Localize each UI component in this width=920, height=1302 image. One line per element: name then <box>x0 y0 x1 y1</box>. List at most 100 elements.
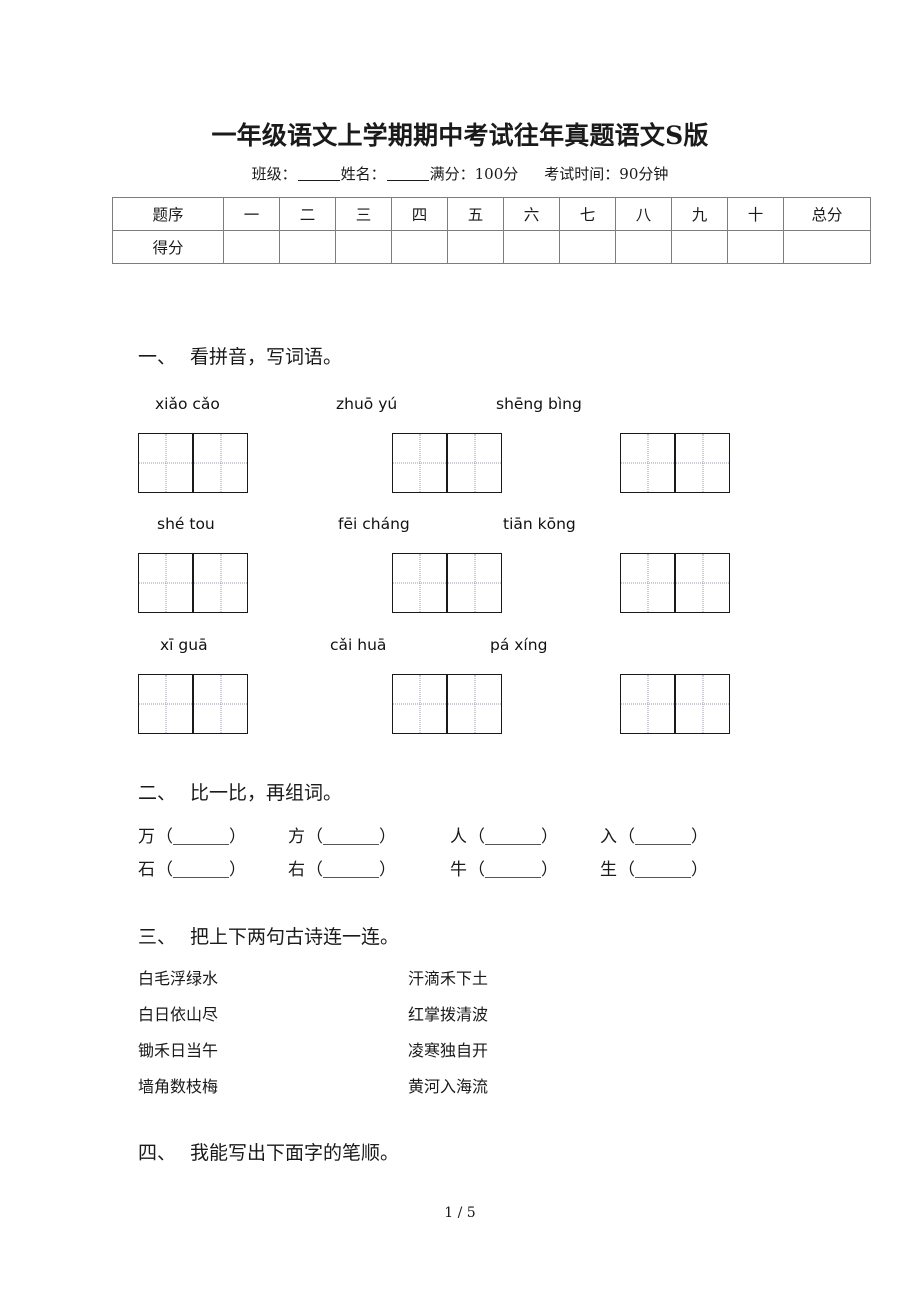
score-cell-total[interactable] <box>783 230 871 264</box>
score-cell-10[interactable] <box>727 230 784 264</box>
tianzige-cell[interactable] <box>392 674 447 734</box>
tianzige-cell[interactable] <box>675 674 730 734</box>
poem-left-line[interactable]: 白毛浮绿水 <box>138 965 218 989</box>
score-table: 题序 一 二 三 四 五 六 七 八 九 十 总分 得分 <box>112 197 871 264</box>
tianzige-cell[interactable] <box>675 433 730 493</box>
answer-blank[interactable] <box>485 877 541 878</box>
section-heading-1: 一、 看拼音，写词语。 <box>138 342 342 369</box>
tianzige-cell[interactable] <box>138 674 193 734</box>
compare-char: 方 <box>288 827 305 847</box>
score-cell-8[interactable] <box>615 230 672 264</box>
poem-left-line[interactable]: 锄禾日当午 <box>138 1037 218 1061</box>
answer-blank[interactable] <box>323 877 379 878</box>
tianzige-cell[interactable] <box>620 674 675 734</box>
col-header-5: 五 <box>447 197 504 231</box>
pinyin-3-3: pá xíng <box>490 636 548 654</box>
poem-right-line[interactable]: 汗滴禾下土 <box>408 965 488 989</box>
compare-char: 生 <box>600 860 617 880</box>
score-cell-2[interactable] <box>279 230 336 264</box>
answer-blank[interactable] <box>323 844 379 845</box>
col-header-total: 总分 <box>783 197 871 231</box>
tianzige-cell[interactable] <box>620 553 675 613</box>
score-cell-3[interactable] <box>335 230 392 264</box>
score-cell-9[interactable] <box>671 230 728 264</box>
exam-time-value: 90分钟 <box>619 165 669 183</box>
class-blank[interactable] <box>297 180 340 181</box>
tianzige-1-2[interactable] <box>392 433 502 493</box>
tianzige-2-1[interactable] <box>138 553 248 613</box>
section-number-4: 四、 <box>138 1142 177 1164</box>
score-cell-7[interactable] <box>559 230 616 264</box>
section-heading-3: 三、 把上下两句古诗连一连。 <box>138 922 399 949</box>
tianzige-2-2[interactable] <box>392 553 502 613</box>
answer-blank[interactable] <box>635 844 691 845</box>
score-cell-1[interactable] <box>223 230 280 264</box>
section-number-1: 一、 <box>138 346 177 368</box>
tianzige-2-3[interactable] <box>620 553 730 613</box>
poem-right-line[interactable]: 黄河入海流 <box>408 1073 488 1097</box>
tianzige-cell[interactable] <box>447 553 502 613</box>
section-title-4: 我能写出下面字的笔顺。 <box>190 1142 400 1164</box>
answer-blank[interactable] <box>173 844 229 845</box>
pinyin-row-1: xiǎo cǎo zhuō yú shēng bìng <box>0 395 920 417</box>
tianzige-cell[interactable] <box>392 433 447 493</box>
answer-blank[interactable] <box>485 844 541 845</box>
writing-grid-row-3 <box>0 674 920 736</box>
tianzige-3-2[interactable] <box>392 674 502 734</box>
compare-char: 万 <box>138 827 155 847</box>
tianzige-1-1[interactable] <box>138 433 248 493</box>
full-score-label: 满分： <box>429 165 475 183</box>
score-cell-5[interactable] <box>447 230 504 264</box>
pinyin-1-1: xiǎo cǎo <box>155 395 220 413</box>
section-number-3: 三、 <box>138 926 177 948</box>
pinyin-2-1: shé tou <box>157 515 215 533</box>
poem-left-line[interactable]: 墙角数枝梅 <box>138 1073 218 1097</box>
poem-right-line[interactable]: 红掌拨清波 <box>408 1001 488 1025</box>
compare-word-item: 右（） <box>288 860 396 880</box>
tianzige-cell[interactable] <box>447 674 502 734</box>
col-header-3: 三 <box>335 197 392 231</box>
name-blank[interactable] <box>386 180 429 181</box>
tianzige-3-1[interactable] <box>138 674 248 734</box>
section-title-3: 把上下两句古诗连一连。 <box>190 926 400 948</box>
poem-right-line[interactable]: 凌寒独自开 <box>408 1037 488 1061</box>
col-header-6: 六 <box>503 197 560 231</box>
pinyin-row-3: xī guā cǎi huā pá xíng <box>0 636 920 658</box>
compare-char: 牛 <box>450 860 467 880</box>
tianzige-1-3[interactable] <box>620 433 730 493</box>
tianzige-cell[interactable] <box>193 674 248 734</box>
tianzige-cell[interactable] <box>193 553 248 613</box>
compare-words-row-2: 石（） 右（） 牛（） 生（） <box>0 855 920 883</box>
class-label: 班级： <box>251 165 297 183</box>
tianzige-cell[interactable] <box>138 553 193 613</box>
compare-char: 石 <box>138 860 155 880</box>
col-header-7: 七 <box>559 197 616 231</box>
writing-grid-row-1 <box>0 433 920 495</box>
tianzige-cell[interactable] <box>675 553 730 613</box>
compare-word-item: 人（） <box>450 827 558 847</box>
compare-char: 入 <box>600 827 617 847</box>
row-label-score: 得分 <box>112 230 224 264</box>
compare-char: 人 <box>450 827 467 847</box>
score-cell-4[interactable] <box>391 230 448 264</box>
score-cell-6[interactable] <box>503 230 560 264</box>
col-header-1: 一 <box>223 197 280 231</box>
compare-word-item: 牛（） <box>450 860 558 880</box>
tianzige-cell[interactable] <box>620 433 675 493</box>
compare-word-item: 生（） <box>600 860 708 880</box>
compare-word-item: 入（） <box>600 827 708 847</box>
poem-left-line[interactable]: 白日依山尽 <box>138 1001 218 1025</box>
answer-blank[interactable] <box>635 877 691 878</box>
table-row-header: 题序 一 二 三 四 五 六 七 八 九 十 总分 <box>112 197 871 231</box>
pinyin-3-1: xī guā <box>160 636 208 654</box>
tianzige-cell[interactable] <box>138 433 193 493</box>
answer-blank[interactable] <box>173 877 229 878</box>
tianzige-cell[interactable] <box>447 433 502 493</box>
tianzige-cell[interactable] <box>392 553 447 613</box>
pinyin-2-3: tiān kōng <box>503 515 576 533</box>
exam-info-line: 班级： 姓名： 满分：100分 考试时间：90分钟 <box>0 163 920 184</box>
col-header-9: 九 <box>671 197 728 231</box>
tianzige-3-3[interactable] <box>620 674 730 734</box>
tianzige-cell[interactable] <box>193 433 248 493</box>
section-title-2: 比一比，再组词。 <box>190 782 343 804</box>
